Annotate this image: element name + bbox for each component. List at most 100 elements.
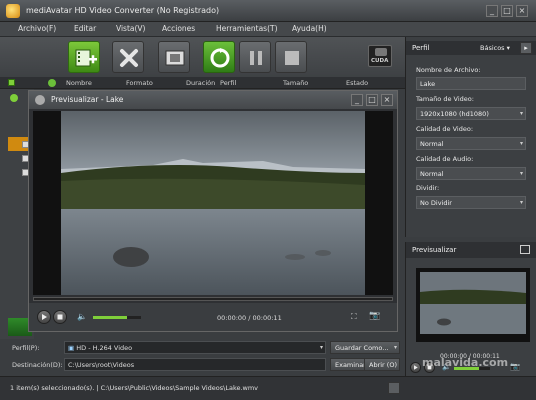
split-value: No Dividir	[420, 199, 452, 207]
convert-button[interactable]	[203, 41, 235, 73]
filename-input[interactable]: Lake	[416, 77, 526, 90]
cuda-label: CUDA	[371, 58, 389, 64]
profile-panel-title: Perfil	[412, 44, 430, 52]
pause-icon	[250, 51, 262, 65]
profile-panel-header: Perfil Básicos ▾ ▸	[406, 41, 536, 55]
preview-window-titlebar: Previsualizar - Lake _ □ ×	[29, 91, 397, 109]
mini-play-button[interactable]	[410, 362, 421, 373]
expand-icon[interactable]	[10, 94, 18, 102]
mode-dropdown[interactable]: Básicos ▾	[480, 44, 510, 52]
pause-button[interactable]	[239, 41, 271, 73]
video-size-label: Tamaño de Video:	[416, 95, 474, 103]
toolbar: CUDA	[0, 37, 405, 77]
lake-thumbnail-image	[416, 268, 530, 342]
popout-icon[interactable]	[520, 245, 530, 254]
file-list-header: Nombre Formato Duración Perfil Tamaño Es…	[0, 77, 405, 89]
status-bar: 1 item(s) seleccionado(s). | C:\Users\Pu…	[0, 376, 536, 400]
profile-label: Perfil(P):	[12, 344, 40, 352]
video-frame	[33, 111, 393, 295]
audio-quality-value: Normal	[420, 170, 444, 178]
profile-select[interactable]: ▣ HD - H.264 Video ▾	[64, 341, 326, 354]
preview-panel-header: Previsualizar	[406, 242, 536, 258]
chevron-down-icon: ▾	[393, 344, 397, 351]
column-format[interactable]: Formato	[126, 79, 153, 87]
convert-arrows-icon	[210, 48, 230, 68]
watermark: malavida.com	[422, 356, 509, 369]
preview-close-button[interactable]: ×	[381, 94, 393, 106]
column-name[interactable]: Nombre	[66, 79, 92, 87]
video-quality-value: Normal	[420, 140, 444, 148]
video-size-select[interactable]: 1920x1080 (hd1080) ▾	[416, 107, 526, 120]
maximize-button[interactable]: □	[501, 5, 513, 17]
audio-quality-label: Calidad de Audio:	[416, 155, 474, 163]
profile-panel: Perfil Básicos ▾ ▸ Nombre de Archivo: La…	[405, 37, 536, 237]
chevron-down-icon: ▾	[519, 170, 523, 177]
video-quality-select[interactable]: Normal ▾	[416, 137, 526, 150]
menu-bar: Archivo(F) Editar Vista(V) Acciones Herr…	[0, 22, 536, 37]
expand-arrow-button[interactable]: ▸	[520, 42, 532, 54]
stop-preview-button[interactable]	[53, 310, 67, 324]
column-profile[interactable]: Perfil	[220, 79, 236, 87]
status-column-icon	[48, 79, 56, 87]
profile-select-value: HD - H.264 Video	[76, 344, 133, 352]
preview-window-title: Previsualizar - Lake	[51, 95, 124, 104]
nvidia-icon	[375, 48, 387, 56]
play-icon	[414, 365, 418, 370]
edit-clip-button[interactable]	[158, 41, 190, 73]
seek-bar[interactable]	[33, 297, 393, 301]
destination-label: Destinación(D):	[12, 361, 63, 369]
filename-label: Nombre de Archivo:	[416, 66, 481, 74]
menu-herramientas[interactable]: Herramientas(T)	[216, 24, 278, 33]
lake-video-image	[33, 111, 393, 295]
save-as-label: Guardar Como...	[335, 344, 389, 352]
split-label: Dividir:	[416, 184, 440, 192]
preview-maximize-button[interactable]: □	[366, 94, 378, 106]
log-icon[interactable]	[388, 382, 400, 394]
speaker-icon[interactable]: 🔈	[77, 312, 87, 321]
preview-minimize-button[interactable]: _	[351, 94, 363, 106]
stop-button[interactable]	[275, 41, 307, 73]
remove-button[interactable]	[112, 41, 144, 73]
menu-vista[interactable]: Vista(V)	[116, 24, 145, 33]
film-edit-icon	[165, 50, 185, 66]
play-icon	[42, 314, 47, 320]
chevron-down-icon: ▾	[319, 344, 323, 351]
play-button[interactable]	[37, 310, 51, 324]
mode-dropdown-label: Básicos	[480, 44, 505, 52]
menu-editar[interactable]: Editar	[74, 24, 96, 33]
mini-camera-icon[interactable]: 📷	[510, 362, 520, 371]
close-button[interactable]: ×	[516, 5, 528, 17]
volume-fill	[93, 316, 127, 319]
menu-acciones[interactable]: Acciones	[162, 24, 195, 33]
minimize-button[interactable]: _	[486, 5, 498, 17]
stop-icon	[285, 51, 299, 65]
open-button[interactable]: Abrir (O)	[364, 358, 400, 371]
split-select[interactable]: No Dividir ▾	[416, 196, 526, 209]
menu-ayuda[interactable]: Ayuda(H)	[292, 24, 327, 33]
column-status[interactable]: Estado	[346, 79, 368, 87]
aspect-icon[interactable]: ⛶	[351, 312, 357, 322]
preview-panel-title: Previsualizar	[412, 246, 457, 254]
column-size[interactable]: Tamaño	[283, 79, 308, 87]
status-text: 1 item(s) seleccionado(s). | C:\Users\Pu…	[10, 384, 259, 392]
video-size-value: 1920x1080 (hd1080)	[420, 110, 489, 118]
audio-quality-select[interactable]: Normal ▾	[416, 167, 526, 180]
add-file-icon	[75, 49, 97, 67]
video-quality-label: Calidad de Video:	[416, 125, 474, 133]
destination-input[interactable]: C:\Users\root\Videos	[64, 358, 326, 371]
preview-window: Previsualizar - Lake _ □ × 🔈 00:00:00 / …	[28, 90, 398, 332]
chevron-down-icon: ▾	[519, 110, 523, 117]
preview-time: 00:00:00 / 00:00:11	[217, 314, 282, 322]
window-title: mediAvatar HD Video Converter (No Regist…	[26, 6, 220, 15]
preview-panel: Previsualizar 00:00:00 / 00:00:11 🔈 📷 ma…	[405, 242, 536, 376]
save-as-button[interactable]: Guardar Como... ▾	[330, 341, 400, 354]
menu-archivo[interactable]: Archivo(F)	[18, 24, 56, 33]
camera-snapshot-icon[interactable]: 📷	[369, 311, 380, 321]
column-duration[interactable]: Duración	[186, 79, 215, 87]
select-all-checkbox[interactable]	[8, 79, 15, 86]
add-video-button[interactable]	[68, 41, 100, 73]
app-icon	[6, 4, 20, 18]
stop-icon	[57, 314, 63, 320]
preview-window-icon	[35, 95, 45, 105]
cuda-badge: CUDA	[368, 45, 392, 67]
